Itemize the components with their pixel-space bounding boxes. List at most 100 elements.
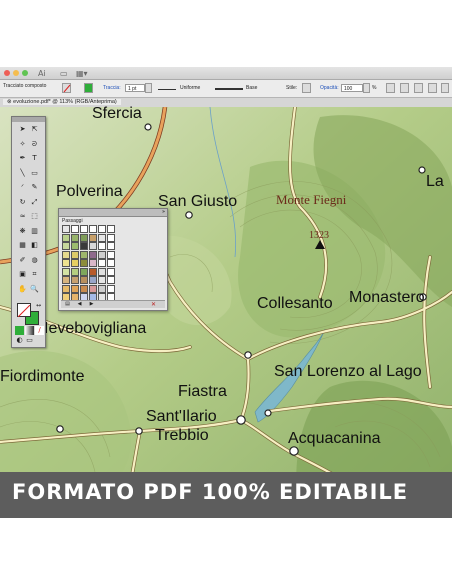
mesh-icon[interactable]: ▦ — [18, 241, 27, 250]
swatch[interactable] — [62, 250, 70, 259]
brush-label[interactable]: Base — [246, 85, 257, 91]
swatch[interactable] — [107, 267, 115, 276]
swatch[interactable] — [107, 233, 115, 242]
panel-close-icon[interactable]: » — [162, 209, 165, 215]
swatch[interactable] — [98, 250, 106, 259]
swatch[interactable] — [71, 250, 79, 259]
swatch[interactable] — [80, 233, 88, 242]
swatch[interactable] — [89, 233, 97, 242]
swatch[interactable] — [62, 284, 70, 293]
opacity-dropdown[interactable] — [363, 83, 370, 93]
swatch[interactable] — [107, 225, 115, 233]
swatch[interactable] — [98, 225, 106, 233]
swatch[interactable] — [107, 242, 115, 250]
warp-icon[interactable]: ≈ — [18, 212, 27, 221]
screen-mode-icon[interactable]: ▭ — [25, 336, 34, 345]
swatch[interactable] — [89, 259, 97, 267]
stroke-weight-dropdown[interactable] — [145, 83, 152, 93]
isolate-icon[interactable] — [428, 83, 437, 93]
swatch[interactable] — [80, 276, 88, 284]
lasso-icon[interactable]: ᘐ — [30, 140, 39, 149]
swatch[interactable] — [80, 267, 88, 276]
swatch[interactable] — [107, 259, 115, 267]
swatch[interactable] — [89, 225, 97, 233]
swatches-panel-tab[interactable]: Passaggi — [62, 218, 83, 224]
pencil-icon[interactable]: ✎ — [30, 183, 39, 192]
zoom-icon[interactable]: 🔍 — [30, 285, 39, 294]
stroke-color-swatch[interactable] — [17, 303, 31, 318]
swatch[interactable] — [71, 225, 79, 233]
swatch[interactable] — [107, 250, 115, 259]
swatch[interactable] — [71, 284, 79, 293]
arrange-icon[interactable]: ▦▾ — [76, 69, 88, 78]
transform-icon[interactable] — [414, 83, 423, 93]
stroke-swatch-button[interactable] — [84, 83, 93, 93]
swatch[interactable] — [80, 284, 88, 293]
swatch[interactable] — [62, 225, 70, 233]
close-window-button[interactable] — [4, 70, 10, 76]
previous-library-icon[interactable]: ◀ — [75, 300, 84, 309]
zoom-window-button[interactable] — [22, 70, 28, 76]
swatch[interactable] — [89, 250, 97, 259]
document-icon[interactable]: ▭ — [60, 69, 68, 78]
swatch[interactable] — [71, 259, 79, 267]
swatch-library-icon[interactable]: ▤ — [63, 300, 72, 309]
delete-swatch-icon[interactable]: ✕ — [149, 300, 158, 309]
swatch[interactable] — [80, 250, 88, 259]
slice-icon[interactable]: ⌗ — [30, 270, 39, 279]
swatch[interactable] — [62, 233, 70, 242]
rectangle-icon[interactable]: ▭ — [30, 169, 39, 178]
direct-selection-icon[interactable]: ⇱ — [30, 125, 39, 134]
swatch[interactable] — [98, 233, 106, 242]
opacity-field[interactable]: 100 — [341, 84, 363, 92]
symbol-icon[interactable]: ❋ — [18, 227, 27, 236]
magic-wand-icon[interactable]: ✧ — [18, 140, 27, 149]
swatch[interactable] — [107, 284, 115, 293]
recolor-artwork-icon[interactable] — [386, 83, 395, 93]
minimize-window-button[interactable] — [13, 70, 19, 76]
eyedropper-icon[interactable]: ✐ — [18, 256, 27, 265]
free-transform-icon[interactable]: ⬚ — [30, 212, 39, 221]
swatch[interactable] — [98, 267, 106, 276]
swap-colors-icon[interactable]: ↔ — [34, 301, 43, 310]
swatch[interactable] — [89, 242, 97, 250]
next-library-icon[interactable]: ▶ — [87, 300, 96, 309]
ai-logo-icon[interactable]: Ai — [38, 69, 46, 78]
swatch[interactable] — [98, 242, 106, 250]
pen-icon[interactable]: ✒ — [18, 154, 27, 163]
swatches-panel-header[interactable]: » — [59, 209, 167, 217]
swatch[interactable] — [80, 242, 88, 250]
stroke-label[interactable]: Traccia: — [103, 85, 121, 91]
rotate-icon[interactable]: ↻ — [18, 198, 27, 207]
brush-icon[interactable]: ᐟ — [18, 183, 27, 192]
draw-mode-icon[interactable]: ◐ — [15, 336, 24, 345]
swatch[interactable] — [107, 276, 115, 284]
color-mode-icon[interactable] — [15, 326, 24, 335]
swatch[interactable] — [98, 276, 106, 284]
tools-panel-grip[interactable] — [12, 117, 45, 122]
swatch[interactable] — [71, 233, 79, 242]
swatch[interactable] — [80, 259, 88, 267]
swatch[interactable] — [71, 276, 79, 284]
swatch[interactable] — [89, 276, 97, 284]
blend-icon[interactable]: ◍ — [30, 256, 39, 265]
artboard-icon[interactable]: ▣ — [18, 270, 27, 279]
panel-menu-icon[interactable] — [441, 83, 449, 93]
none-mode-icon[interactable]: / — [35, 326, 44, 335]
scale-icon[interactable]: ⤢ — [30, 198, 39, 207]
gradient-mode-icon[interactable] — [25, 326, 34, 335]
selection-icon[interactable]: ➤ — [18, 125, 27, 134]
line-icon[interactable]: ╲ — [18, 169, 27, 178]
style-dropdown[interactable] — [302, 83, 311, 93]
opacity-label[interactable]: Opacità: — [320, 85, 339, 91]
map-canvas[interactable]: Sfercia Polverina San Giusto Monte Fiegn… — [0, 105, 452, 518]
swatch[interactable] — [71, 267, 79, 276]
stroke-weight-field[interactable]: 1 pt — [125, 84, 145, 92]
stroke-profile-label[interactable]: Uniforme — [180, 85, 200, 91]
swatch[interactable] — [71, 242, 79, 250]
hand-icon[interactable]: ✋ — [18, 285, 27, 294]
swatch[interactable] — [98, 284, 106, 293]
swatch[interactable] — [80, 225, 88, 233]
gradient-icon[interactable]: ◧ — [30, 241, 39, 250]
align-icon[interactable] — [400, 83, 409, 93]
